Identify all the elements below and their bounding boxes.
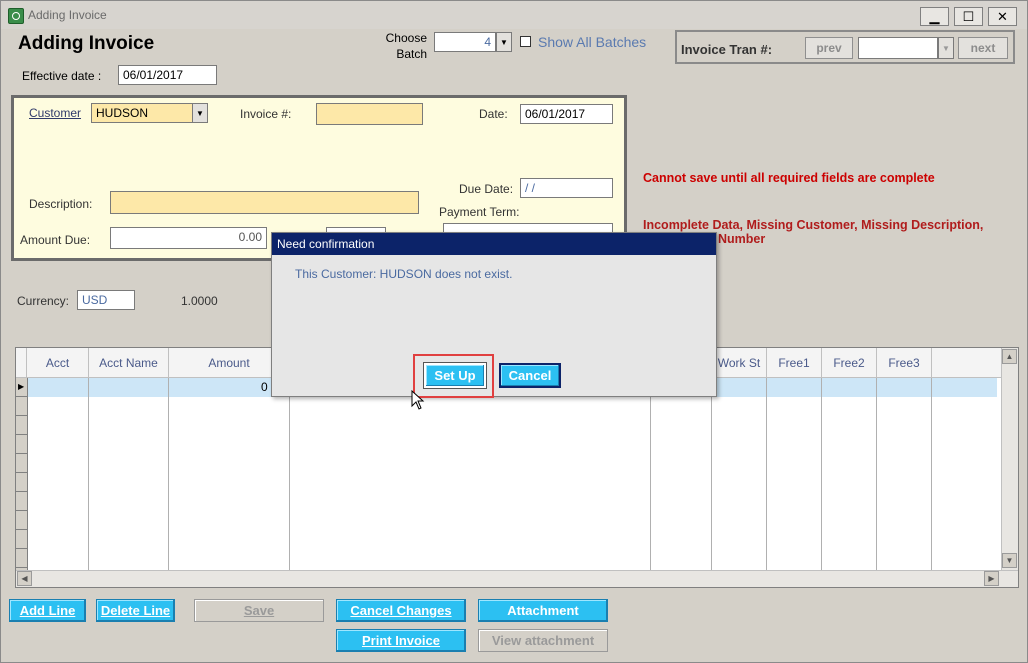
invoice-number-label: Invoice #: <box>240 107 292 121</box>
confirmation-dialog: Need confirmation This Customer: HUDSON … <box>271 232 717 398</box>
cancel-changes-button[interactable]: Cancel Changes <box>336 599 466 622</box>
window-title: Adding Invoice <box>28 8 107 22</box>
delete-line-button[interactable]: Delete Line <box>96 599 175 622</box>
effective-date-input[interactable]: 06/01/2017 <box>118 65 217 85</box>
grid-horizontal-scrollbar[interactable]: ◀ ▶ <box>16 570 1018 587</box>
cannot-save-message: Cannot save until all required fields ar… <box>643 171 935 185</box>
close-icon: ✕ <box>997 8 1008 24</box>
setup-button[interactable]: Set Up <box>423 362 487 389</box>
payment-term-label: Payment Term: <box>439 205 520 219</box>
invoice-tran-select[interactable] <box>858 37 938 59</box>
date-label: Date: <box>479 107 508 121</box>
invoice-number-input[interactable] <box>316 103 423 125</box>
amount-due-input[interactable]: 0.00 <box>110 227 267 249</box>
grid-corner <box>16 348 27 378</box>
print-invoice-button[interactable]: Print Invoice <box>336 629 466 652</box>
row-amount-cell[interactable]: 0 <box>261 380 268 394</box>
app-icon <box>8 8 24 24</box>
col-header-free2[interactable]: Free2 <box>822 348 877 378</box>
dialog-cancel-button[interactable]: Cancel <box>499 363 561 388</box>
attachment-button[interactable]: Attachment <box>478 599 608 622</box>
grid-vertical-scrollbar[interactable]: ▲ ▼ <box>1001 348 1018 570</box>
due-date-label: Due Date: <box>459 182 514 196</box>
date-input[interactable]: 06/01/2017 <box>520 104 613 124</box>
col-header-free3[interactable]: Free3 <box>877 348 932 378</box>
prev-button[interactable]: prev <box>805 37 853 59</box>
save-button[interactable]: Save <box>194 599 324 622</box>
customer-label[interactable]: Customer <box>29 106 81 120</box>
description-input[interactable] <box>110 191 419 214</box>
scroll-left-icon[interactable]: ◀ <box>17 571 32 586</box>
col-header-empty <box>932 348 1001 378</box>
add-line-button[interactable]: Add Line <box>9 599 86 622</box>
exchange-rate: 1.0000 <box>181 294 218 308</box>
due-date-input[interactable]: / / <box>520 178 613 198</box>
choose-batch-label: Choose Batch <box>385 31 427 61</box>
col-header-acct-name[interactable]: Acct Name <box>89 348 169 378</box>
scroll-up-icon[interactable]: ▲ <box>1002 349 1017 364</box>
minimize-icon: ▁ <box>929 8 940 24</box>
show-all-batches-checkbox[interactable] <box>520 36 531 47</box>
col-header-free1[interactable]: Free1 <box>767 348 822 378</box>
scroll-down-icon[interactable]: ▼ <box>1002 553 1017 568</box>
maximize-button[interactable]: ☐ <box>954 7 983 26</box>
batch-select[interactable]: 4 <box>434 32 496 52</box>
show-all-batches-label: Show All Batches <box>538 34 647 50</box>
batch-dropdown-arrow-icon[interactable]: ▼ <box>496 32 512 52</box>
page-title: Adding Invoice <box>18 33 155 54</box>
amount-due-label: Amount Due: <box>20 233 91 247</box>
next-button[interactable]: next <box>958 37 1008 59</box>
minimize-button[interactable]: ▁ <box>920 7 949 26</box>
dialog-message: This Customer: HUDSON does not exist. <box>295 267 513 281</box>
scroll-right-icon[interactable]: ▶ <box>984 571 999 586</box>
current-row-arrow-icon: ▶ <box>16 378 27 397</box>
effective-date-label: Effective date : <box>22 69 102 83</box>
description-label: Description: <box>29 197 93 211</box>
row-indicator-column: ▶ <box>16 378 28 570</box>
invoice-tran-dropdown-arrow-icon[interactable]: ▼ <box>938 37 954 59</box>
invoice-tran-label: Invoice Tran #: <box>681 42 773 57</box>
close-button[interactable]: ✕ <box>988 7 1017 26</box>
title-bar[interactable]: Adding Invoice ▁ ☐ ✕ <box>1 1 1027 29</box>
customer-dropdown-arrow-icon[interactable]: ▼ <box>192 103 208 123</box>
currency-input[interactable]: USD <box>77 290 135 310</box>
dialog-title[interactable]: Need confirmation <box>272 233 716 255</box>
mouse-cursor-icon <box>411 390 425 410</box>
view-attachment-button[interactable]: View attachment <box>478 629 608 652</box>
currency-label: Currency: <box>17 294 70 308</box>
col-header-acct[interactable]: Acct <box>27 348 89 378</box>
col-header-work-st[interactable]: Work St <box>712 348 767 378</box>
maximize-icon: ☐ <box>962 8 975 24</box>
customer-select[interactable]: HUDSON <box>91 103 193 123</box>
invoice-window: Adding Invoice ▁ ☐ ✕ Adding Invoice Choo… <box>0 0 1028 663</box>
